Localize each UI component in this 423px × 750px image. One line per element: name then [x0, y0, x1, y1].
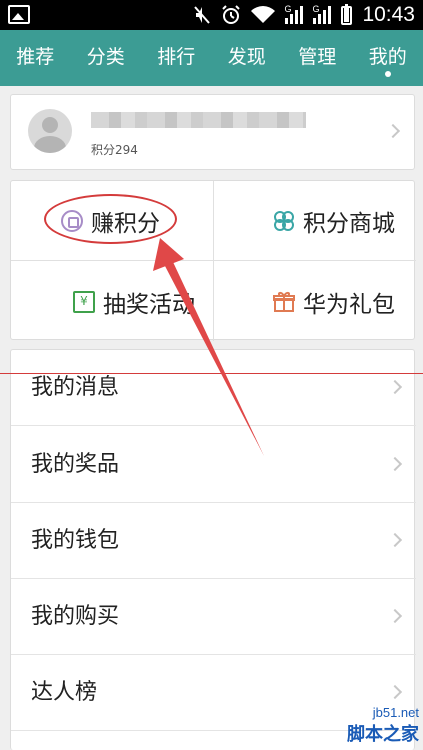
watermark-name: 脚本之家 — [347, 724, 419, 745]
annotation-arrow — [153, 238, 264, 456]
watermark-url: jb51.net — [372, 705, 419, 720]
watermark: jb51.net 脚本之家 — [347, 705, 419, 746]
